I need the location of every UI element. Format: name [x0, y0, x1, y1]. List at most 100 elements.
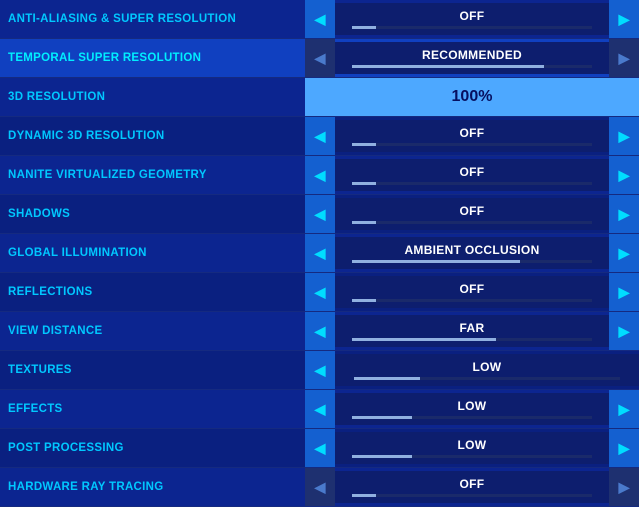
setting-label-effects: EFFECTS — [0, 403, 305, 415]
value-text-textures: LOW — [473, 360, 502, 374]
left-arrow-global-illumination[interactable]: ◀ — [305, 234, 335, 272]
right-arrow-reflections[interactable]: ▶ — [609, 273, 639, 311]
value-text-shadows: OFF — [460, 204, 485, 218]
setting-control-global-illumination: ◀ AMBIENT OCCLUSION ▶ — [305, 234, 639, 272]
bar-track-post-processing — [352, 455, 591, 458]
bar-fill-post-processing — [352, 455, 412, 458]
bar-track-view-distance — [352, 338, 591, 341]
setting-control-hardware-ray-tracing: ◀ OFF ▶ — [305, 468, 639, 506]
left-arrow-shadows[interactable]: ◀ — [305, 195, 335, 233]
setting-row-effects: EFFECTS◀LOW▶ — [0, 390, 639, 429]
bar-fill-textures — [354, 377, 421, 380]
right-arrow-post-processing[interactable]: ▶ — [609, 429, 639, 467]
right-arrow-anti-aliasing[interactable]: ▶ — [609, 0, 639, 38]
setting-row-anti-aliasing: ANTI-ALIASING & SUPER RESOLUTION◀OFF▶ — [0, 0, 639, 39]
setting-label-3d-resolution: 3D RESOLUTION — [0, 91, 305, 103]
bar-fill-effects — [352, 416, 412, 419]
bar-fill-dynamic-3d-resolution — [352, 143, 376, 146]
bar-fill-shadows — [352, 221, 376, 224]
right-arrow-global-illumination[interactable]: ▶ — [609, 234, 639, 272]
value-text-dynamic-3d-resolution: OFF — [460, 126, 485, 140]
setting-row-view-distance: VIEW DISTANCE◀ FAR ▶ — [0, 312, 639, 351]
bar-track-hardware-ray-tracing — [352, 494, 591, 497]
value-box-textures: LOW — [335, 354, 639, 386]
setting-label-reflections: REFLECTIONS — [0, 286, 305, 298]
setting-control-post-processing: ◀ LOW ▶ — [305, 429, 639, 467]
setting-row-shadows: SHADOWS◀ OFF ▶ — [0, 195, 639, 234]
setting-control-reflections: ◀OFF▶ — [305, 273, 639, 311]
setting-control-shadows: ◀ OFF ▶ — [305, 195, 639, 233]
left-arrow-anti-aliasing[interactable]: ◀ — [305, 0, 335, 38]
bar-fill-anti-aliasing — [352, 26, 376, 29]
right-arrow-hardware-ray-tracing[interactable]: ▶ — [609, 468, 639, 506]
setting-control-dynamic-3d-resolution: ◀ OFF ▶ — [305, 117, 639, 155]
setting-label-hardware-ray-tracing: HARDWARE RAY TRACING — [0, 481, 305, 493]
left-arrow-post-processing[interactable]: ◀ — [305, 429, 335, 467]
setting-control-view-distance: ◀ FAR ▶ — [305, 312, 639, 350]
bar-track-global-illumination — [352, 260, 591, 263]
setting-row-hardware-ray-tracing: HARDWARE RAY TRACING◀ OFF ▶ — [0, 468, 639, 507]
setting-label-post-processing: POST PROCESSING — [0, 442, 305, 454]
bar-track-nanite — [352, 182, 591, 185]
setting-row-nanite: NANITE VIRTUALIZED GEOMETRY◀ OFF ▶ — [0, 156, 639, 195]
value-box-temporal-super-resolution: RECOMMENDED — [335, 42, 609, 74]
left-arrow-view-distance[interactable]: ◀ — [305, 312, 335, 350]
setting-control-3d-resolution: 100% — [305, 78, 639, 116]
setting-label-global-illumination: GLOBAL ILLUMINATION — [0, 247, 305, 259]
value-text-nanite: OFF — [460, 165, 485, 179]
bar-fill-view-distance — [352, 338, 496, 341]
setting-row-dynamic-3d-resolution: DYNAMIC 3D RESOLUTION◀OFF▶ — [0, 117, 639, 156]
bar-track-dynamic-3d-resolution — [352, 143, 591, 146]
settings-container: ANTI-ALIASING & SUPER RESOLUTION◀OFF▶TEM… — [0, 0, 639, 507]
bar-track-effects — [352, 416, 591, 419]
bar-fill-temporal-super-resolution — [352, 65, 544, 68]
bar-fill-global-illumination — [352, 260, 520, 263]
resolution-value-box: 100% — [305, 78, 639, 116]
setting-label-view-distance: VIEW DISTANCE — [0, 325, 305, 337]
right-arrow-view-distance[interactable]: ▶ — [609, 312, 639, 350]
right-arrow-dynamic-3d-resolution[interactable]: ▶ — [609, 117, 639, 155]
setting-row-reflections: REFLECTIONS◀OFF▶ — [0, 273, 639, 312]
left-arrow-nanite[interactable]: ◀ — [305, 156, 335, 194]
left-arrow-textures[interactable]: ◀ — [305, 351, 335, 389]
value-box-anti-aliasing: OFF — [335, 3, 609, 35]
right-arrow-effects[interactable]: ▶ — [609, 390, 639, 428]
value-text-hardware-ray-tracing: OFF — [460, 477, 485, 491]
left-arrow-reflections[interactable]: ◀ — [305, 273, 335, 311]
resolution-value-text: 100% — [452, 88, 493, 106]
setting-control-effects: ◀LOW▶ — [305, 390, 639, 428]
value-box-hardware-ray-tracing: OFF — [335, 471, 609, 503]
value-text-global-illumination: AMBIENT OCCLUSION — [404, 243, 539, 257]
left-arrow-hardware-ray-tracing[interactable]: ◀ — [305, 468, 335, 506]
setting-label-nanite: NANITE VIRTUALIZED GEOMETRY — [0, 169, 305, 181]
setting-label-shadows: SHADOWS — [0, 208, 305, 220]
value-box-dynamic-3d-resolution: OFF — [335, 120, 609, 152]
value-box-post-processing: LOW — [335, 432, 609, 464]
value-box-view-distance: FAR — [335, 315, 609, 347]
right-arrow-temporal-super-resolution[interactable]: ▶ — [609, 39, 639, 77]
bar-track-reflections — [352, 299, 591, 302]
right-arrow-nanite[interactable]: ▶ — [609, 156, 639, 194]
right-arrow-shadows[interactable]: ▶ — [609, 195, 639, 233]
left-arrow-temporal-super-resolution[interactable]: ◀ — [305, 39, 335, 77]
value-box-global-illumination: AMBIENT OCCLUSION — [335, 237, 609, 269]
left-arrow-dynamic-3d-resolution[interactable]: ◀ — [305, 117, 335, 155]
bar-track-textures — [354, 377, 620, 380]
bar-fill-reflections — [352, 299, 376, 302]
left-arrow-effects[interactable]: ◀ — [305, 390, 335, 428]
setting-row-textures: TEXTURES◀LOW — [0, 351, 639, 390]
setting-row-3d-resolution: 3D RESOLUTION 100% — [0, 78, 639, 117]
value-box-reflections: OFF — [335, 276, 609, 308]
setting-control-nanite: ◀ OFF ▶ — [305, 156, 639, 194]
bar-track-anti-aliasing — [352, 26, 591, 29]
value-box-shadows: OFF — [335, 198, 609, 230]
bar-fill-hardware-ray-tracing — [352, 494, 376, 497]
value-text-post-processing: LOW — [458, 438, 487, 452]
bar-fill-nanite — [352, 182, 376, 185]
value-text-anti-aliasing: OFF — [460, 9, 485, 23]
setting-control-temporal-super-resolution: ◀RECOMMENDED▶ — [305, 39, 639, 77]
setting-control-anti-aliasing: ◀ OFF ▶ — [305, 0, 639, 38]
value-text-view-distance: FAR — [460, 321, 485, 335]
setting-control-textures: ◀ LOW — [305, 351, 639, 389]
setting-row-global-illumination: GLOBAL ILLUMINATION◀ AMBIENT OCCLUSION ▶ — [0, 234, 639, 273]
